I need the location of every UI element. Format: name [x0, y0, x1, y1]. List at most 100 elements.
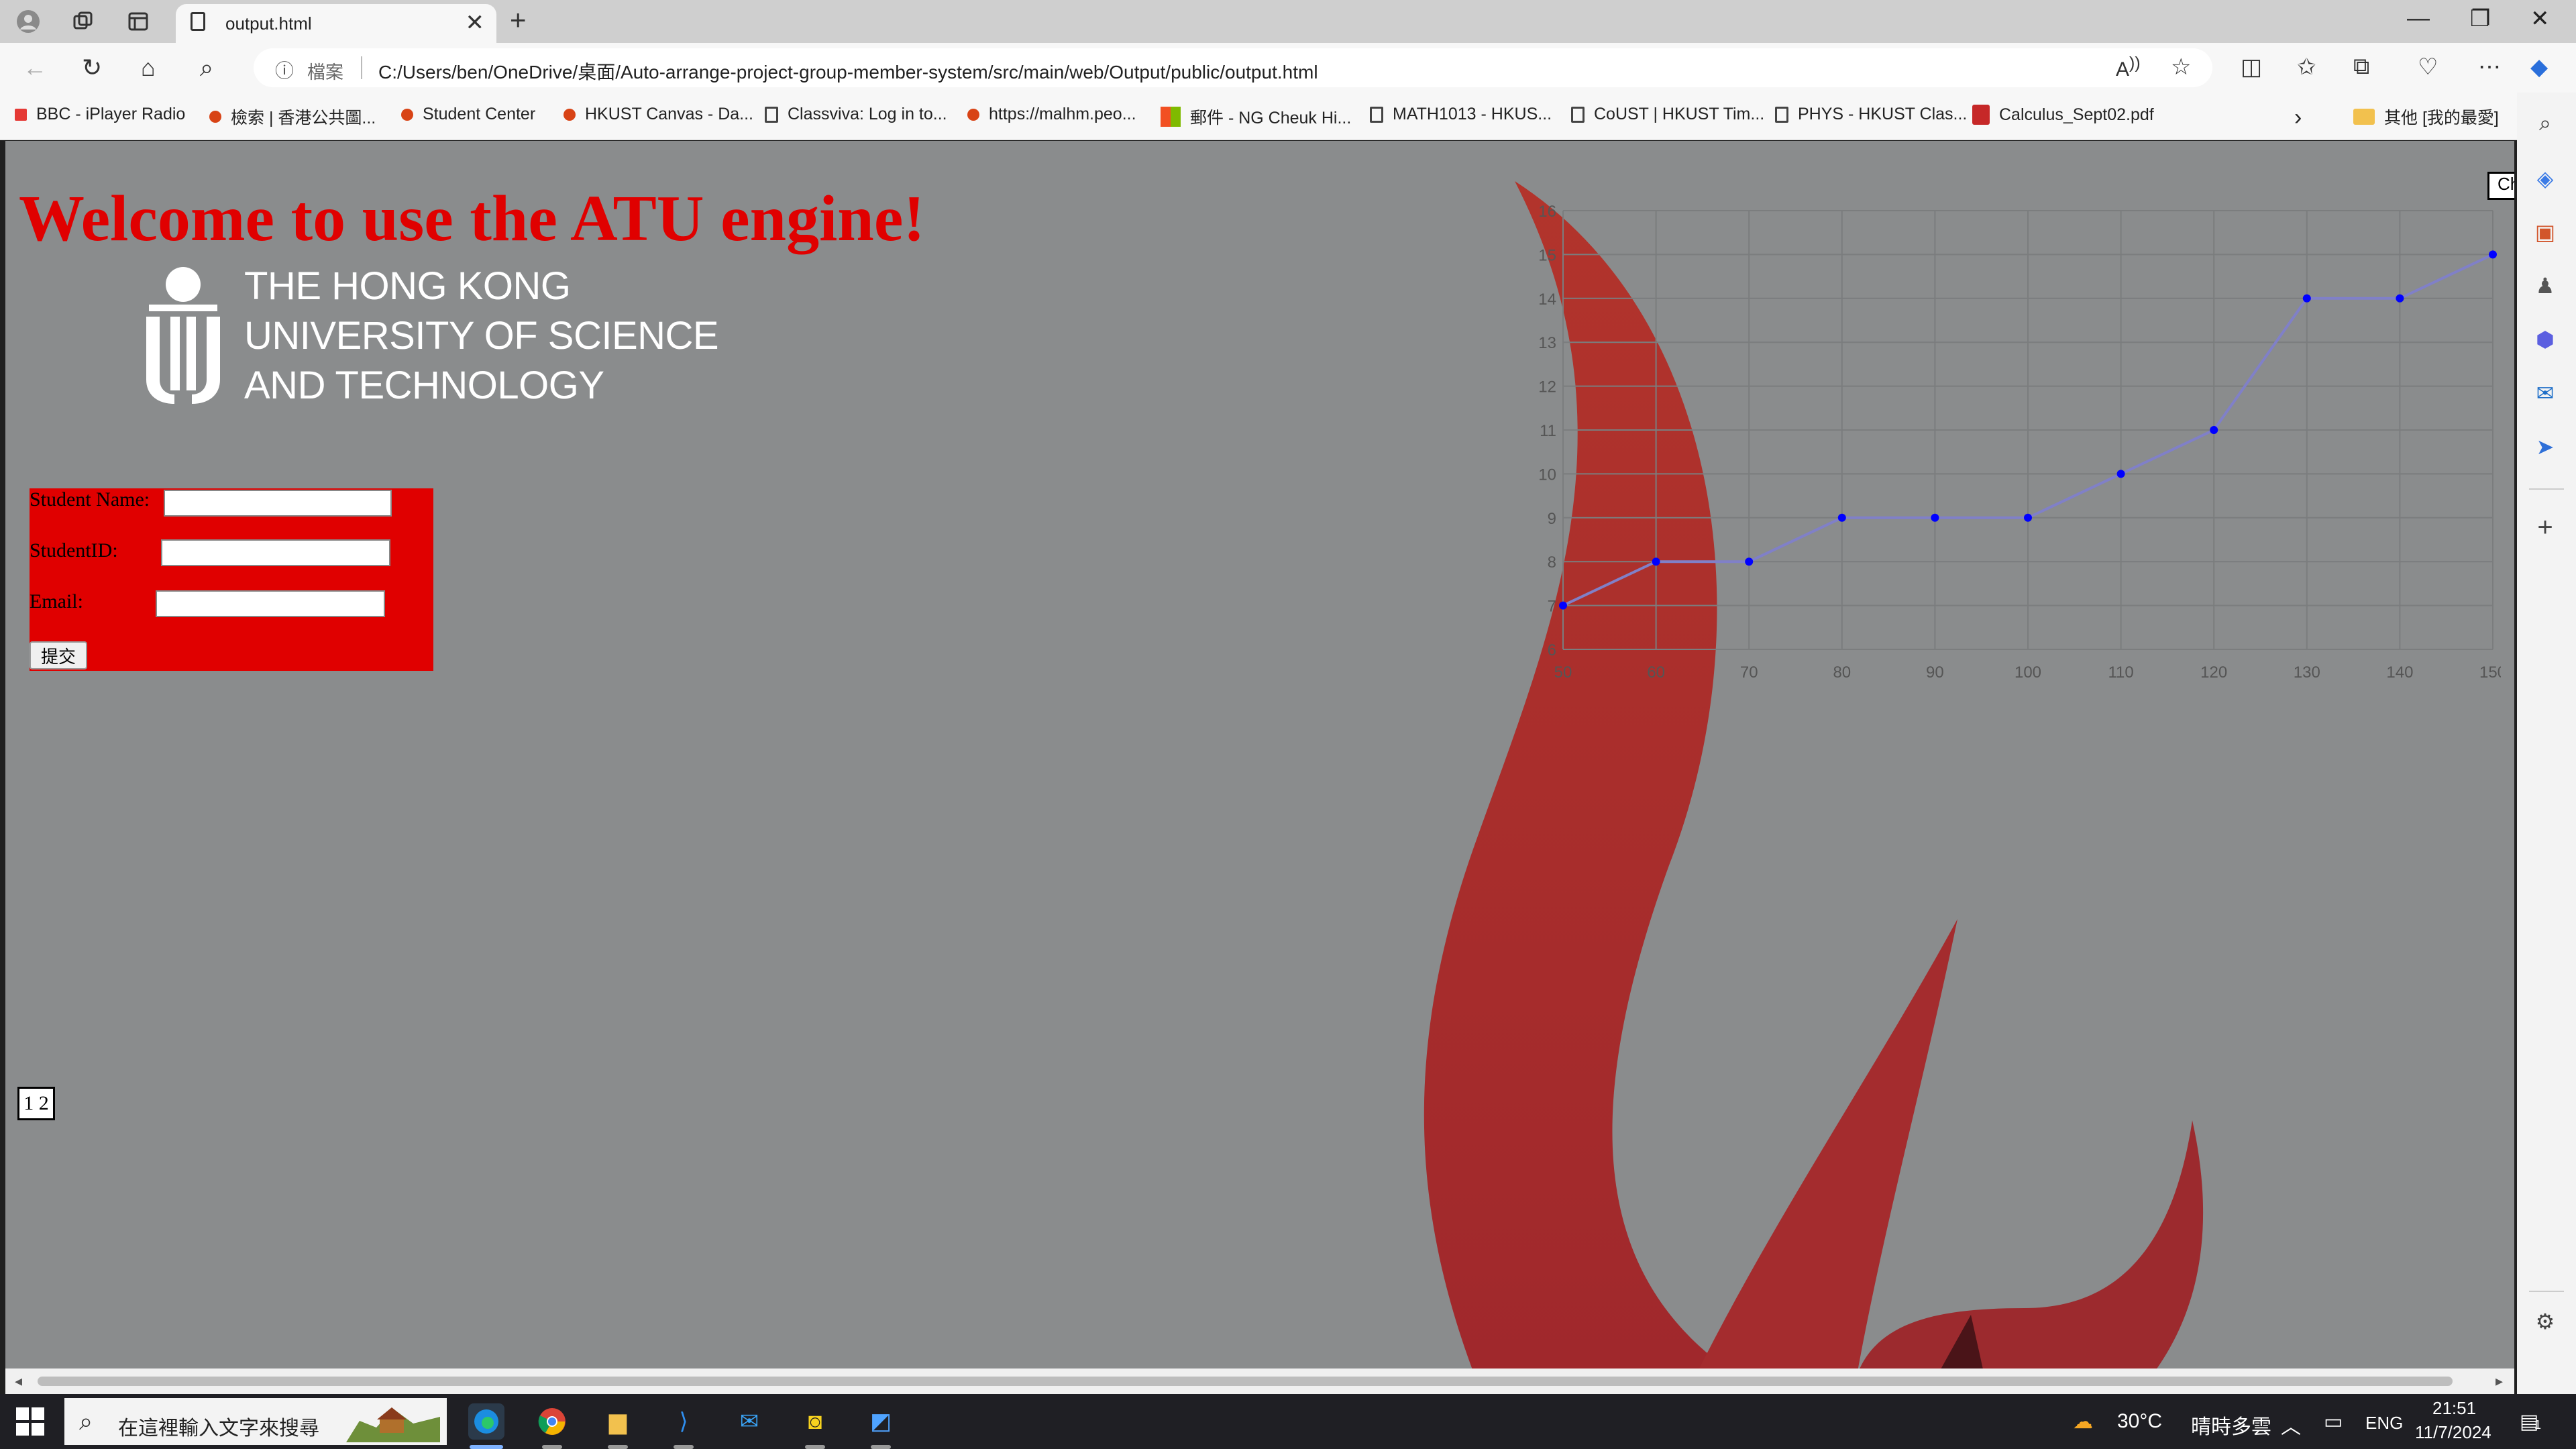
send-icon[interactable]: ➤	[2530, 432, 2560, 462]
taskbar-search[interactable]: ⌕ 在這裡輸入文字來搜尋	[64, 1398, 447, 1445]
chrome-taskbar-icon[interactable]	[534, 1403, 570, 1440]
bookmark-mail[interactable]: 郵件 - NG Cheuk Hi...	[1161, 105, 1351, 129]
bookmark-math1013[interactable]: MATH1013 - HKUS...	[1370, 105, 1552, 124]
weather-temp[interactable]: 30°C	[2117, 1410, 2162, 1433]
close-window-button[interactable]: ✕	[2530, 5, 2550, 32]
m365-icon[interactable]: ⬢	[2530, 325, 2560, 354]
sidebar-divider	[2529, 1291, 2564, 1292]
weather-desc[interactable]: 晴時多雲	[2191, 1410, 2271, 1440]
x-tick-label: 130	[2294, 663, 2320, 682]
bookmark-label: CoUST | HKUST Tim...	[1594, 105, 1765, 123]
show-hidden-icons-chevron-icon[interactable]: ︿	[2281, 1410, 2301, 1440]
more-menu-icon[interactable]: ⋯	[2478, 54, 2501, 80]
vscode-icon[interactable]: ⟩	[665, 1403, 702, 1440]
search-highlight-icon	[346, 1407, 440, 1442]
search-icon[interactable]: ⌕	[200, 54, 213, 83]
y-tick-label: 16	[1538, 203, 1556, 221]
email-input[interactable]	[156, 590, 385, 617]
clock-date[interactable]: 11/7/2024	[2415, 1422, 2491, 1443]
student-id-input[interactable]	[161, 539, 390, 566]
bookmark-classviva[interactable]: Classviva: Log in to...	[765, 105, 947, 124]
bookmark-student-center[interactable]: Student Center	[401, 105, 535, 124]
tab-actions-icon[interactable]	[125, 8, 152, 35]
chat-app-icon[interactable]: ◙	[797, 1403, 833, 1440]
favorites-icon[interactable]: ✩	[2297, 54, 2316, 80]
bookmark-phys[interactable]: PHYS - HKUST Clas...	[1775, 105, 1967, 124]
tools-icon[interactable]: ▣	[2530, 217, 2560, 247]
scroll-left-arrow-icon[interactable]: ◂	[15, 1373, 22, 1390]
sidebar-search-icon[interactable]: ⌕	[2530, 109, 2560, 138]
data-point	[1931, 513, 1939, 522]
bookmark-label: Student Center	[423, 105, 536, 123]
page-icon	[191, 12, 205, 31]
refresh-button[interactable]: ↻	[82, 54, 102, 82]
pdf-icon	[1972, 105, 1990, 125]
x-tick-label: 100	[2015, 663, 2041, 682]
pagination[interactable]: 1 2	[17, 1087, 55, 1120]
bookmark-hkpl[interactable]: 檢索 | 香港公共圖...	[209, 105, 376, 129]
browser-essentials-icon[interactable]: ♡	[2418, 54, 2438, 80]
windows-start-icon[interactable]	[16, 1407, 44, 1436]
bookmark-coust[interactable]: CoUST | HKUST Tim...	[1571, 105, 1764, 124]
back-button[interactable]: ←	[23, 54, 47, 82]
edge-sidebar: ⌕ ◈ ▣ ♟ ⬢ ✉ ➤ + ⚙	[2517, 93, 2576, 1394]
new-tab-button[interactable]: +	[510, 4, 527, 36]
edge-taskbar-icon[interactable]	[468, 1403, 504, 1440]
language-indicator[interactable]: ENG	[2365, 1413, 2403, 1434]
close-tab-icon[interactable]: ✕	[466, 9, 485, 36]
minimize-button[interactable]: —	[2407, 5, 2430, 32]
chart-toggle-button[interactable]: Ch	[2487, 172, 2514, 200]
page-title: Welcome to use the ATU engine!	[19, 182, 925, 255]
scrollbar-thumb[interactable]	[38, 1377, 2453, 1386]
clock-time[interactable]: 21:51	[2432, 1398, 2476, 1419]
weather-icon[interactable]: ☁	[2073, 1410, 2093, 1434]
active-app-indicator	[470, 1445, 503, 1449]
mail-icon[interactable]: ✉	[731, 1403, 767, 1440]
student-form: Student Name: StudentID: Email: 提交	[30, 488, 433, 671]
bookmark-canvas[interactable]: HKUST Canvas - Da...	[564, 105, 753, 124]
data-point	[1745, 557, 1754, 566]
bookmark-malhm[interactable]: https://malhm.peo...	[967, 105, 1136, 124]
bookmark-other-favorites[interactable]: 其他 [我的最愛]	[2353, 105, 2499, 129]
x-tick-label: 120	[2200, 663, 2227, 682]
games-icon[interactable]: ♟	[2530, 271, 2560, 301]
profile-icon[interactable]	[15, 8, 42, 35]
bookmark-label: MATH1013 - HKUS...	[1393, 105, 1552, 123]
data-point	[2302, 294, 2311, 303]
tab-output-html[interactable]: output.html ✕	[176, 4, 496, 43]
read-aloud-icon[interactable]: A))	[2116, 54, 2141, 81]
hkust-emblem-icon	[146, 267, 220, 404]
photos-icon[interactable]: ◩	[863, 1403, 899, 1440]
home-button[interactable]: ⌂	[141, 54, 156, 82]
battery-icon[interactable]: ▭	[2324, 1410, 2343, 1434]
file-explorer-icon[interactable]: ▆	[600, 1403, 636, 1440]
favorite-star-icon[interactable]: ☆	[2171, 54, 2191, 80]
y-tick-label: 13	[1538, 334, 1556, 352]
info-icon[interactable]: ⓘ	[275, 56, 294, 83]
bookmark-bbc[interactable]: BBC - iPlayer Radio	[15, 105, 185, 124]
horizontal-scrollbar[interactable]: ◂ ▸	[5, 1368, 2514, 1394]
email-label: Email:	[30, 590, 83, 612]
flame-icon	[401, 108, 413, 121]
settings-gear-icon[interactable]: ⚙	[2530, 1307, 2560, 1336]
student-name-input[interactable]	[164, 490, 392, 517]
submit-button[interactable]: 提交	[30, 641, 87, 669]
url-text[interactable]: C:/Users/ben/OneDrive/桌面/Auto-arrange-pr…	[378, 58, 1318, 85]
workspaces-icon[interactable]	[70, 8, 97, 35]
data-point	[2024, 513, 2032, 522]
page-icon	[1775, 106, 1788, 123]
bookmark-label: 郵件 - NG Cheuk Hi...	[1190, 109, 1352, 127]
shopping-tag-icon[interactable]: ◈	[2530, 164, 2560, 193]
copilot-icon[interactable]: ◆	[2530, 54, 2548, 80]
restore-button[interactable]: ❐	[2470, 5, 2490, 32]
bookmarks-bar: BBC - iPlayer Radio 檢索 | 香港公共圖... Studen…	[0, 93, 2576, 140]
windows-icon	[1161, 107, 1181, 127]
split-screen-icon[interactable]: ◫	[2241, 54, 2262, 80]
scroll-right-arrow-icon[interactable]: ▸	[2496, 1373, 2503, 1390]
outlook-icon[interactable]: ✉	[2530, 378, 2560, 408]
collections-icon[interactable]: ⧉	[2353, 54, 2369, 80]
add-sidebar-app-icon[interactable]: +	[2530, 513, 2560, 542]
more-bookmarks-chevron-icon[interactable]: ›	[2294, 105, 2302, 131]
bookmark-calculus-pdf[interactable]: Calculus_Sept02.pdf	[1972, 105, 2154, 125]
address-bar[interactable]: ⓘ 檔案 C:/Users/ben/OneDrive/桌面/Auto-arran…	[254, 48, 2212, 87]
